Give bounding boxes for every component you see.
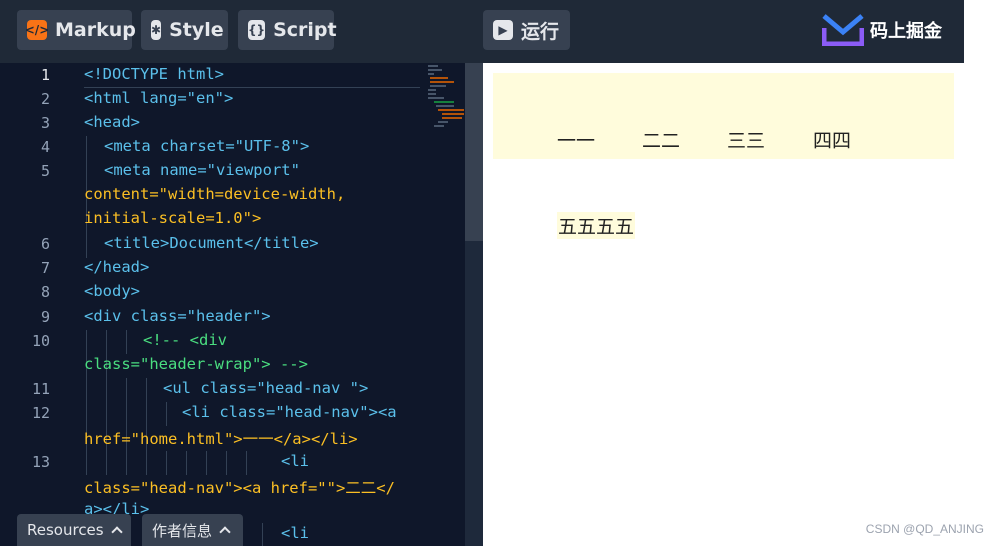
line-number: 13 — [31, 453, 50, 471]
asterisk-icon: ✱ — [151, 20, 162, 40]
code-line: <head> — [84, 113, 140, 131]
line-number: 3 — [40, 114, 50, 132]
tab-script-label: Script — [273, 19, 337, 41]
editor-scrollbar-thumb[interactable] — [465, 63, 483, 241]
preview-item-five[interactable]: 五五五五 — [557, 212, 636, 239]
line-number: 11 — [31, 380, 50, 398]
code-icon: </> — [25, 20, 49, 40]
juejin-logo-icon — [822, 14, 864, 46]
line-number: 9 — [40, 308, 50, 326]
nav-link[interactable]: 二二 — [642, 126, 680, 153]
code-line: <li — [281, 452, 309, 470]
tab-markup-label: Markup — [55, 19, 136, 41]
code-line: <meta charset="UTF-8"> — [104, 137, 310, 155]
code-line: </head> — [84, 258, 150, 276]
run-button[interactable]: ▶ 运行 — [483, 10, 570, 50]
author-info-label: 作者信息 — [152, 521, 213, 540]
code-line: initial-scale=1.0"> — [84, 209, 262, 227]
braces-icon: {} — [248, 20, 266, 40]
line-number: 1 — [40, 66, 50, 84]
line-number: 2 — [40, 90, 50, 108]
chevron-up-icon — [219, 526, 231, 538]
line-number: 6 — [40, 235, 50, 253]
nav-link[interactable]: 三三 — [727, 126, 765, 153]
tab-script[interactable]: {} Script — [238, 10, 337, 50]
code-line: <div class="header"> — [84, 307, 271, 325]
brand-logo[interactable]: 码上掘金 — [822, 14, 942, 46]
preview-pane: 一一 二二 三三 四四 五五五五 CSDN @QD_ANJING — [483, 63, 997, 546]
code-lines[interactable]: <!DOCTYPE html> <html lang="en"> <head> … — [84, 63, 424, 546]
code-line: <html lang="en"> — [84, 89, 234, 107]
top-toolbar: </> Markup ✱ Style {} Script ▶ 运行 码上掘金 — [0, 0, 964, 63]
run-button-label: 运行 — [521, 20, 560, 43]
chevron-up-icon — [110, 526, 123, 538]
code-line: <title>Document</title> — [104, 234, 319, 252]
author-info-button[interactable]: 作者信息 — [142, 514, 243, 546]
line-number: 7 — [40, 259, 50, 277]
code-line: class="head-nav"><a href="">二二</ — [84, 479, 395, 497]
code-line: <meta name="viewport" — [104, 161, 300, 179]
code-comment-line: class="header-wrap"> --> — [84, 355, 308, 373]
line-number: 4 — [40, 138, 50, 156]
code-line: href="home.html">一一</a></li> — [84, 430, 358, 448]
nav-link[interactable]: 一一 — [557, 126, 595, 153]
line-number: 5 — [40, 162, 50, 180]
code-editor[interactable]: 1 2 3 4 5 6 7 8 9 10 11 12 13 <!DOCTYPE … — [0, 63, 483, 546]
code-line: <!DOCTYPE html> — [84, 65, 224, 83]
resources-button[interactable]: Resources — [17, 514, 131, 546]
code-line: content="width=device-width, — [84, 185, 346, 203]
code-line: <ul class="head-nav "> — [163, 379, 369, 397]
play-icon: ▶ — [493, 20, 513, 40]
tab-style[interactable]: ✱ Style — [141, 10, 228, 50]
code-line: <li class="head-nav"><a — [182, 403, 397, 421]
line-number: 12 — [31, 404, 50, 422]
line-number: 8 — [40, 283, 50, 301]
watermark: CSDN @QD_ANJING — [865, 522, 984, 536]
editor-scrollbar[interactable] — [465, 63, 483, 546]
tab-markup[interactable]: </> Markup — [17, 10, 136, 50]
code-minimap[interactable] — [426, 63, 464, 133]
line-number: 10 — [31, 332, 50, 350]
brand-name: 码上掘金 — [870, 21, 942, 42]
code-line: <li — [281, 524, 309, 542]
code-comment-line: <!-- <div — [143, 331, 227, 349]
tab-style-label: Style — [169, 19, 224, 41]
code-line: <body> — [84, 282, 140, 300]
line-number-gutter: 1 2 3 4 5 6 7 8 9 10 11 12 13 — [0, 63, 66, 546]
resources-label: Resources — [27, 521, 104, 539]
nav-link[interactable]: 四四 — [813, 126, 851, 153]
